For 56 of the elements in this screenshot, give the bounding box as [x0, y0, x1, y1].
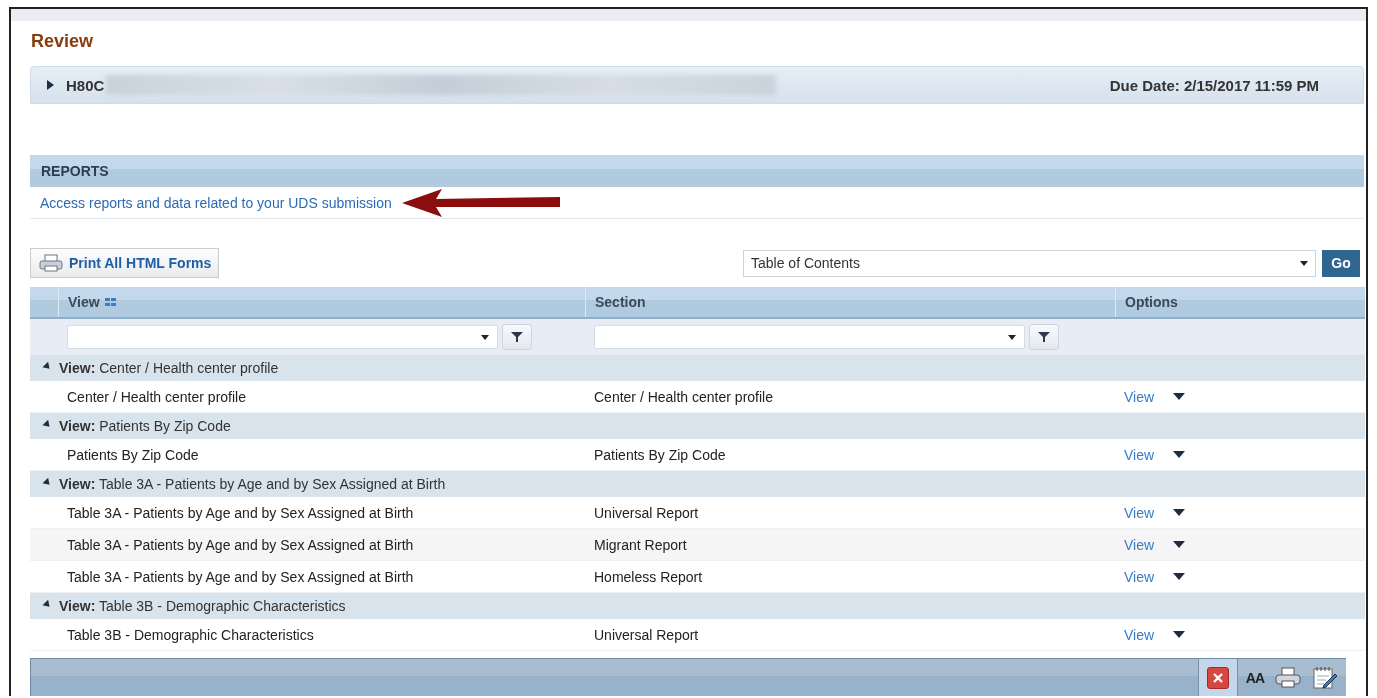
group-label: View: Patients By Zip Code [59, 418, 231, 434]
filter-icon [1038, 332, 1050, 342]
table-cell-text: Universal Report [593, 626, 700, 643]
view-link[interactable]: View [1124, 536, 1155, 553]
options-menu-button[interactable] [1171, 391, 1188, 402]
table-cell-text: Homeless Report [593, 568, 704, 585]
filter-button[interactable] [1029, 324, 1059, 350]
view-link[interactable]: View [1124, 568, 1155, 585]
group-label: View: Table 3B - Demographic Characteristics [59, 598, 346, 614]
reports-header: REPORTS [30, 155, 1364, 187]
table-cell-text: Patients By Zip Code [593, 446, 727, 463]
due-date: Due Date: 2/15/2017 11:59 PM [1109, 76, 1319, 94]
expand-icon[interactable] [47, 80, 54, 90]
toc-dropdown[interactable]: Table of Contents [743, 249, 1316, 277]
column-header[interactable]: View [58, 287, 585, 317]
filter-icon [511, 332, 523, 342]
options-menu-button[interactable] [1171, 507, 1188, 518]
grantee-code: H80C [66, 76, 105, 94]
reports-link[interactable]: Access reports and data related to your UDS submission [40, 194, 392, 211]
page-title: Review [30, 30, 95, 53]
print-button[interactable] [1275, 666, 1301, 689]
notepad-icon[interactable] [1312, 665, 1338, 690]
filter-button[interactable] [502, 324, 532, 350]
table-cell-text: Center / Health center profile [593, 388, 774, 405]
close-icon [1211, 671, 1224, 684]
table-cell-text: Migrant Report [593, 536, 688, 553]
view-link[interactable]: View [1124, 446, 1155, 463]
group-label: View: Center / Health center profile [59, 360, 279, 376]
table-cell-text: Table 3B - Demographic Characteristics [66, 626, 315, 643]
table-cell-text: Table 3A - Patients by Age and by Sex Assigned at Birth [66, 504, 415, 521]
table-cell-text: Center / Health center profile [66, 388, 247, 405]
group-icon[interactable] [104, 297, 117, 307]
view-link[interactable]: View [1124, 626, 1155, 643]
options-menu-button[interactable] [1171, 449, 1188, 460]
print-all-button[interactable]: Print All HTML Forms [30, 248, 220, 278]
table-cell-text: Table 3A - Patients by Age and by Sex Assigned at Birth [66, 568, 415, 585]
text-size-button[interactable]: AA [1245, 669, 1264, 686]
filter-field[interactable] [67, 325, 498, 349]
view-link[interactable]: View [1124, 504, 1155, 521]
filter-field[interactable] [594, 325, 1025, 349]
column-header[interactable]: Options [1115, 287, 1365, 317]
group-label: View: Table 3A - Patients by Age and by Sex Assigned at Birth [59, 476, 446, 492]
caret-icon [481, 334, 489, 340]
options-menu-button[interactable] [1171, 629, 1188, 640]
options-menu-button[interactable] [1171, 539, 1188, 550]
caret-icon [1300, 260, 1308, 266]
caret-icon [1008, 334, 1016, 340]
table-cell-text: Universal Report [593, 504, 700, 521]
printer-icon [39, 254, 63, 272]
view-link[interactable]: View [1124, 388, 1155, 405]
options-menu-button[interactable] [1171, 571, 1188, 582]
table-cell-text: Table 3A - Patients by Age and by Sex Assigned at Birth [66, 536, 415, 553]
go-button[interactable]: Go [1322, 249, 1360, 277]
close-button[interactable] [1206, 666, 1229, 689]
table-cell-text: Patients By Zip Code [66, 446, 200, 463]
column-header[interactable]: Section [585, 287, 1115, 317]
